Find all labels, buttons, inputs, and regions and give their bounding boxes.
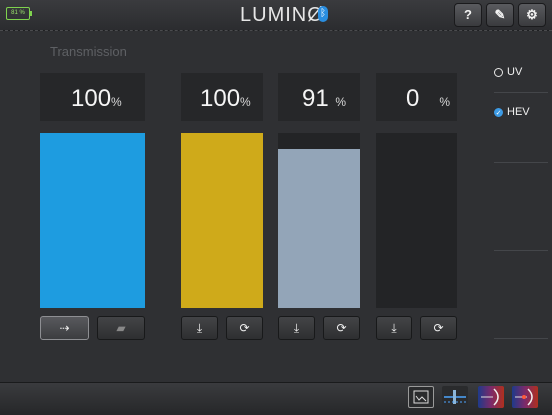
channel-1-bar-fill — [181, 133, 263, 308]
channel-2-value: 91 % — [302, 85, 346, 113]
channel-2-bar-track — [278, 133, 360, 308]
channel-3-bar-track — [376, 133, 457, 308]
options-divider — [494, 338, 548, 339]
channel-1-value-number: 100 — [200, 85, 241, 112]
pencil-icon: ✎ — [494, 7, 506, 22]
toolbar-divider — [0, 30, 552, 31]
total-value-number: 100 — [71, 85, 112, 112]
hev-radio-option[interactable]: ✓ HEV — [494, 104, 552, 120]
eye-spectrum-icon — [481, 388, 499, 406]
radio-off-icon — [494, 67, 503, 77]
hev-label: HEV — [507, 106, 530, 118]
channel-1-download-button[interactable]: ⤓ — [181, 316, 218, 340]
download-icon: ⤓ — [196, 321, 203, 335]
options-divider — [494, 162, 548, 163]
battery-indicator: 81 % — [6, 7, 32, 20]
total-value: 100% — [71, 85, 122, 113]
channel-3-value-box: 0 % — [376, 73, 457, 121]
channel-3-download-button[interactable]: ⤓ — [376, 316, 412, 340]
graph-icon — [413, 390, 429, 404]
uv-radio-option[interactable]: UV — [494, 64, 552, 80]
uv-label: UV — [507, 66, 523, 78]
direction-toggle-left[interactable]: ⇢ — [40, 316, 89, 340]
spectrum-view-button-2[interactable] — [512, 386, 538, 408]
total-bar-track — [40, 133, 145, 308]
channel-2-download-button[interactable]: ⤓ — [278, 316, 315, 340]
download-icon: ⤓ — [293, 321, 300, 335]
section-title: Transmission — [50, 44, 127, 59]
channel-2-value-unit: % — [335, 95, 347, 109]
channel-1-bar-track — [181, 133, 263, 308]
settings-button[interactable]: ⚙ — [518, 3, 546, 27]
app-logo: LUMINØ — [240, 4, 324, 26]
eye-spectrum-icon — [515, 388, 533, 406]
refresh-icon: ⟳ — [336, 321, 347, 335]
channel-2-value-number: 91 — [302, 85, 329, 112]
channel-2-value-box: 91 % — [278, 73, 360, 121]
channel-1-reset-button[interactable]: ⟳ — [226, 316, 263, 340]
channel-3-value-number: 0 — [406, 85, 420, 112]
direction-toggle-right[interactable]: ▰ — [97, 316, 145, 340]
bluetooth-icon: ᛒ — [318, 6, 328, 22]
light-beam-icon — [444, 390, 466, 404]
channel-1-value-box: 100% — [181, 73, 263, 121]
total-value-box: 100% — [40, 73, 145, 121]
channel-1-value: 100% — [200, 85, 251, 113]
gear-icon: ⚙ — [526, 7, 538, 22]
options-divider — [494, 92, 548, 93]
total-value-unit: % — [111, 95, 122, 109]
download-icon: ⤓ — [391, 321, 397, 335]
help-button[interactable]: ? — [454, 3, 482, 27]
total-bar-fill — [40, 133, 145, 308]
edit-button[interactable]: ✎ — [486, 3, 514, 27]
channel-2-bar-fill — [278, 148, 360, 308]
checkmark-icon: ✓ — [494, 107, 503, 117]
light-path-button[interactable] — [442, 386, 468, 408]
bottom-toolbar — [0, 382, 552, 415]
refresh-icon: ⟳ — [433, 321, 444, 335]
spectrum-view-button-1[interactable] — [478, 386, 504, 408]
channel-1-value-unit: % — [240, 95, 251, 109]
refresh-icon: ⟳ — [239, 321, 250, 335]
spectrum-graph-button[interactable] — [408, 386, 434, 408]
arrow-into-lens-icon: ⇢ — [59, 321, 70, 335]
channel-3-value: 0 % — [406, 85, 450, 113]
lens-source-icon: ▰ — [116, 321, 126, 335]
options-divider — [494, 250, 548, 251]
channel-3-value-unit: % — [439, 95, 451, 109]
channel-2-reset-button[interactable]: ⟳ — [323, 316, 360, 340]
channel-3-reset-button[interactable]: ⟳ — [420, 316, 457, 340]
